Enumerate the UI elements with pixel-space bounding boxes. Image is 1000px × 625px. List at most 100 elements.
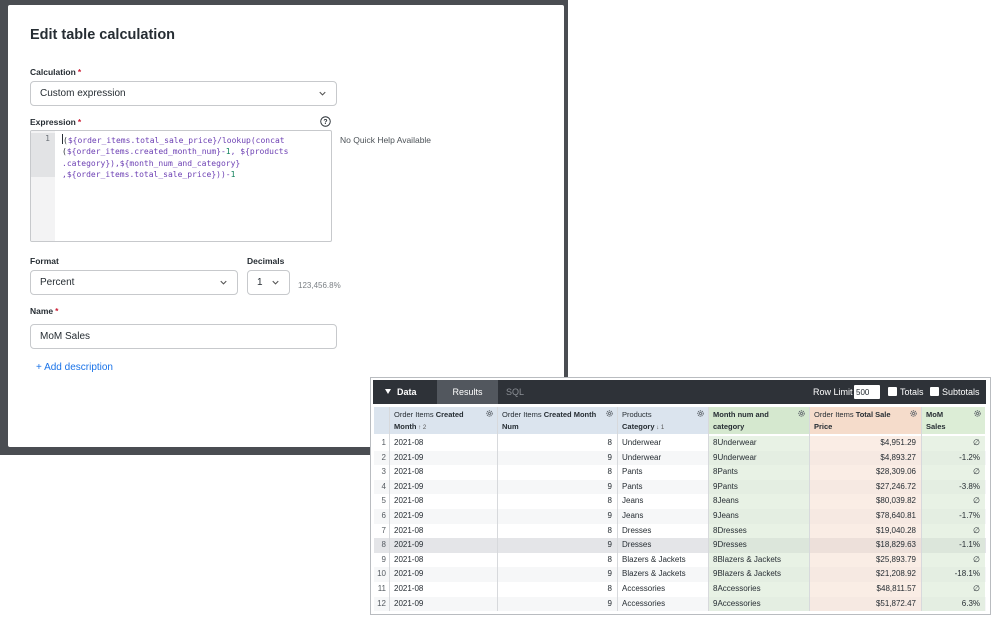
table-row[interactable]: 11 2021-08 8 Accessories 8Accessories $48,811… [374, 582, 986, 597]
collapse-caret-icon[interactable] [385, 389, 391, 394]
data-section-title[interactable]: Data [397, 387, 417, 397]
gear-icon[interactable] [696, 409, 705, 418]
cell-month[interactable]: 2021-08 [390, 524, 497, 539]
cell-price[interactable]: $18,829.63 [810, 538, 921, 553]
cell-num[interactable]: 8 [498, 494, 617, 509]
cell-n[interactable]: 6 [374, 509, 389, 524]
decimals-select[interactable]: 1 [247, 270, 290, 295]
cell-category[interactable]: Dresses [618, 538, 708, 553]
cell-key[interactable]: 8Blazers & Jackets [709, 552, 809, 568]
cell-key[interactable]: 9Underwear [709, 450, 809, 466]
table-row[interactable]: 1 2021-08 8 Underwear 8Underwear $4,951.29 ∅ [374, 436, 986, 451]
cell-category[interactable]: Blazers & Jackets [618, 553, 708, 568]
cell-n[interactable]: 7 [374, 524, 389, 539]
cell-mom[interactable]: ∅ [922, 465, 985, 480]
cell-category[interactable]: Underwear [618, 436, 708, 451]
cell-key[interactable]: 8Dresses [709, 523, 809, 539]
cell-month[interactable]: 2021-09 [390, 451, 497, 466]
cell-category[interactable]: Underwear [618, 451, 708, 466]
cell-price[interactable]: $4,951.29 [810, 436, 921, 451]
cell-month[interactable]: 2021-09 [390, 597, 497, 612]
cell-n[interactable]: 9 [374, 553, 389, 568]
cell-num[interactable]: 9 [498, 597, 617, 612]
column-header[interactable]: MoM Sales [922, 407, 985, 434]
tab-sql[interactable]: SQL [506, 387, 524, 397]
cell-n[interactable]: 5 [374, 494, 389, 509]
row-limit-input[interactable]: 500 [854, 385, 880, 399]
table-row[interactable]: 2 2021-09 9 Underwear 9Underwear $4,893.27 -1.… [374, 450, 986, 466]
subtotals-checkbox[interactable] [930, 387, 939, 396]
cell-n[interactable]: 10 [374, 567, 389, 582]
cell-price[interactable]: $28,309.06 [810, 465, 921, 480]
format-select[interactable]: Percent [30, 270, 238, 295]
table-row[interactable]: 5 2021-08 8 Jeans 8Jeans $80,039.82 ∅ [374, 494, 986, 509]
column-header[interactable]: Month num and category [709, 407, 809, 434]
table-row[interactable]: 3 2021-08 8 Pants 8Pants $28,309.06 ∅ [374, 465, 986, 480]
cell-mom[interactable]: -18.1% [922, 567, 985, 582]
cell-category[interactable]: Pants [618, 465, 708, 480]
cell-mom[interactable]: ∅ [922, 523, 985, 539]
cell-month[interactable]: 2021-08 [390, 582, 497, 597]
cell-key[interactable]: 9Accessories [709, 596, 809, 612]
cell-month[interactable]: 2021-08 [390, 494, 497, 509]
cell-price[interactable]: $78,640.81 [810, 509, 921, 524]
cell-category[interactable]: Jeans [618, 494, 708, 509]
cell-key[interactable]: 8Jeans [709, 494, 809, 509]
add-description-link[interactable]: + Add description [36, 362, 113, 373]
question-circle-icon[interactable]: ? [320, 116, 331, 127]
table-row[interactable]: 8 2021-09 9 Dresses 9Dresses $18,829.63 -1.1% [374, 538, 986, 553]
cell-key[interactable]: 8Pants [709, 465, 809, 480]
cell-key[interactable]: 8Underwear [709, 436, 809, 451]
cell-key[interactable]: 9Dresses [709, 538, 809, 553]
cell-num[interactable]: 9 [498, 451, 617, 466]
gear-icon[interactable] [909, 409, 918, 418]
column-header[interactable]: Order Items Total Sale Price [810, 407, 921, 434]
column-header[interactable]: Products Category ↓ 1 [618, 407, 708, 434]
cell-mom[interactable]: ∅ [922, 552, 985, 568]
table-row[interactable]: 4 2021-09 9 Pants 9Pants $27,246.72 -3.8% [374, 479, 986, 495]
cell-category[interactable]: Dresses [618, 524, 708, 539]
cell-num[interactable]: 8 [498, 582, 617, 597]
cell-num[interactable]: 8 [498, 465, 617, 480]
cell-mom[interactable]: 6.3% [922, 596, 985, 612]
cell-category[interactable]: Accessories [618, 597, 708, 612]
cell-num[interactable]: 9 [498, 480, 617, 495]
table-row[interactable]: 9 2021-08 8 Blazers & Jackets 8Blazers & Jac… [374, 552, 986, 568]
gear-icon[interactable] [605, 409, 614, 418]
cell-n[interactable]: 4 [374, 480, 389, 495]
cell-month[interactable]: 2021-09 [390, 480, 497, 495]
cell-mom[interactable]: ∅ [922, 436, 985, 451]
cell-price[interactable]: $19,040.28 [810, 523, 921, 539]
column-header[interactable]: Order Items Created Month Num [498, 407, 617, 434]
calculation-select[interactable]: Custom expression [30, 81, 337, 106]
cell-price[interactable]: $48,811.57 [810, 582, 921, 597]
totals-checkbox[interactable] [888, 387, 897, 396]
cell-n[interactable]: 8 [374, 538, 389, 553]
cell-month[interactable]: 2021-09 [390, 567, 497, 582]
table-row[interactable]: 7 2021-08 8 Dresses 8Dresses $19,040.28 ∅ [374, 523, 986, 539]
table-row[interactable]: 6 2021-09 9 Jeans 9Jeans $78,640.81 -1.7% [374, 509, 986, 524]
cell-mom[interactable]: -1.7% [922, 509, 985, 524]
tab-results[interactable]: Results [437, 380, 498, 404]
cell-num[interactable]: 9 [498, 567, 617, 582]
cell-num[interactable]: 8 [498, 524, 617, 539]
gear-icon[interactable] [485, 409, 494, 418]
cell-price[interactable]: $80,039.82 [810, 494, 921, 509]
cell-month[interactable]: 2021-09 [390, 509, 497, 524]
cell-n[interactable]: 3 [374, 465, 389, 480]
cell-key[interactable]: 9Jeans [709, 509, 809, 524]
cell-mom[interactable]: ∅ [922, 494, 985, 509]
gear-icon[interactable] [797, 409, 806, 418]
expression-code[interactable]: (${order_items.total_sale_price}/lookup(… [62, 134, 288, 181]
cell-price[interactable]: $4,893.27 [810, 450, 921, 466]
cell-month[interactable]: 2021-08 [390, 436, 497, 451]
cell-mom[interactable]: -1.1% [922, 538, 985, 553]
table-row[interactable]: 10 2021-09 9 Blazers & Jackets 9Blazers & Ja… [374, 567, 986, 582]
cell-num[interactable]: 8 [498, 436, 617, 451]
cell-n[interactable]: 12 [374, 597, 389, 612]
cell-num[interactable]: 8 [498, 553, 617, 568]
cell-price[interactable]: $27,246.72 [810, 479, 921, 495]
cell-num[interactable]: 9 [498, 509, 617, 524]
cell-key[interactable]: 9Blazers & Jackets [709, 567, 809, 582]
cell-month[interactable]: 2021-09 [390, 538, 497, 553]
